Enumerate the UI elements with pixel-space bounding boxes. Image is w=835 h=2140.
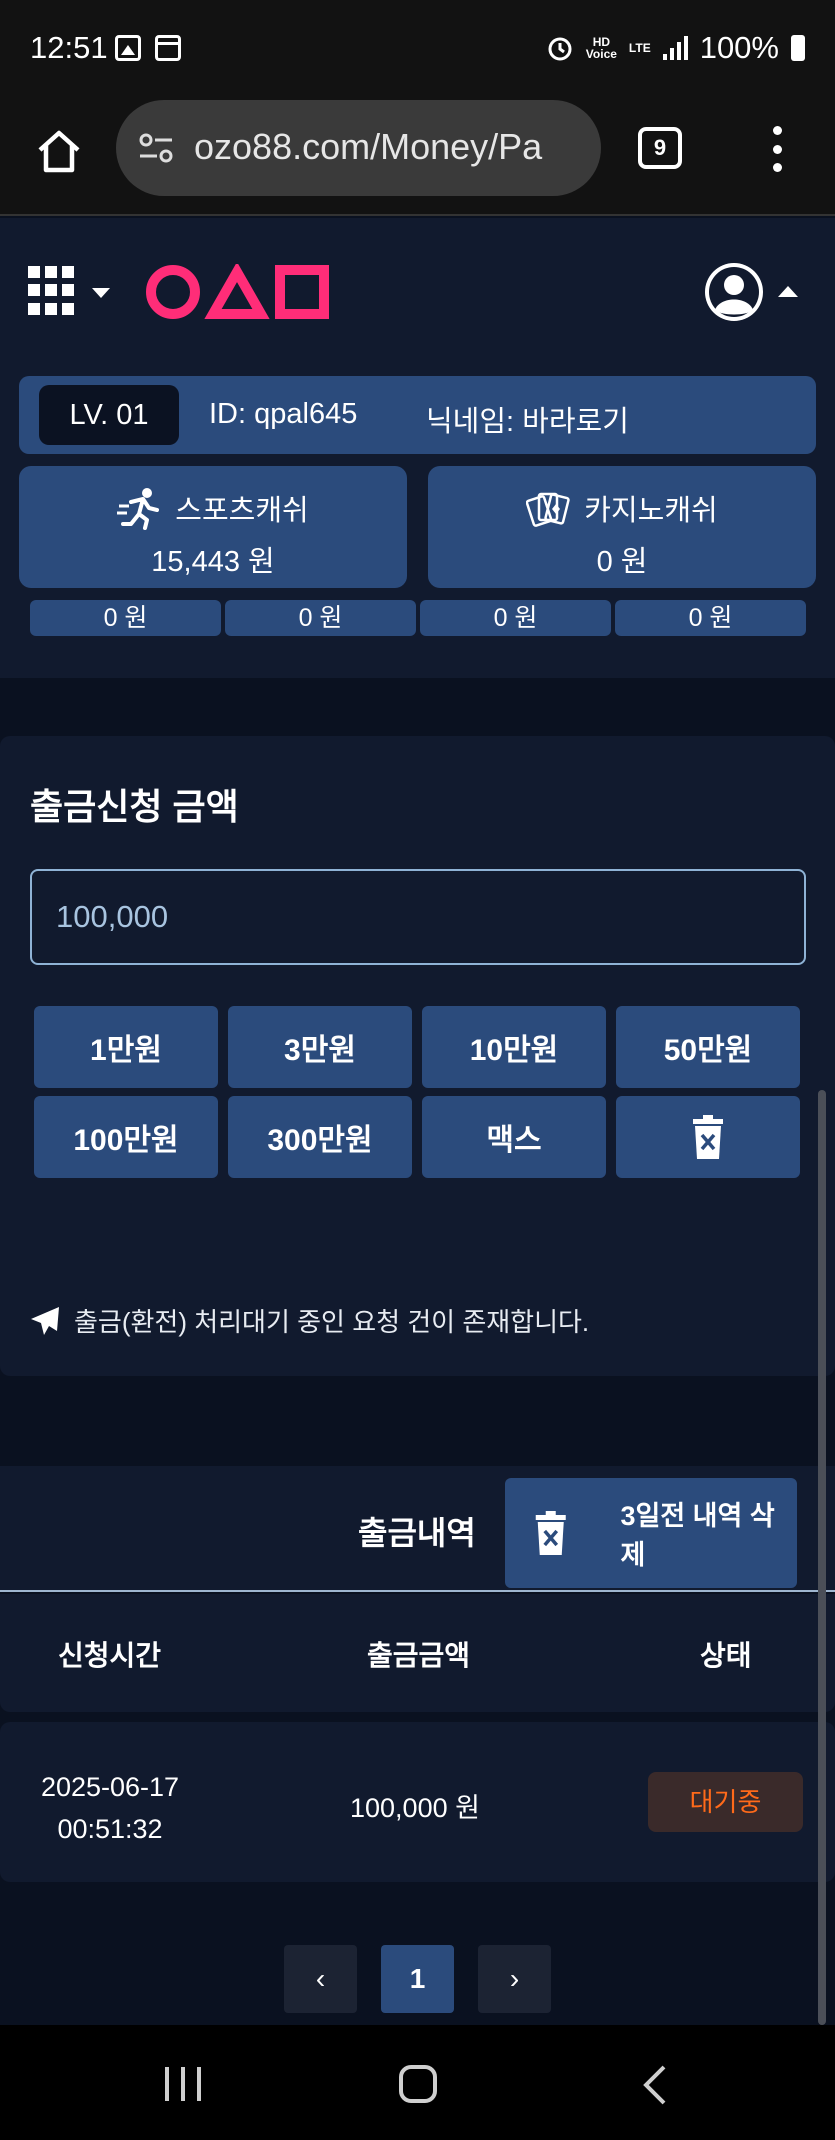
hd-voice-indicator: HD Voice bbox=[585, 35, 617, 61]
user-avatar-icon[interactable] bbox=[702, 260, 766, 324]
add-30k-button[interactable]: 3만원 bbox=[228, 1006, 412, 1088]
battery-percent: 100% bbox=[699, 30, 779, 65]
grid-menu-icon[interactable] bbox=[28, 266, 78, 316]
user-info-bar: LV. 01 ID: qpal645 닉네임: 바라로기 bbox=[19, 376, 816, 454]
url-text[interactable]: ozo88.com/Money/Pa bbox=[194, 126, 584, 168]
alarm-icon bbox=[548, 37, 572, 61]
casino-cash-card[interactable]: 카지노캐쉬 0 원 bbox=[428, 466, 816, 588]
system-nav-bar bbox=[0, 2025, 835, 2140]
column-withdraw-amount: 출금금액 bbox=[367, 1640, 471, 1671]
sports-cash-value: 15,443 원 bbox=[151, 546, 275, 578]
site-header: LV. 01 ID: qpal645 닉네임: 바라로기 스포츠캐쉬 15,44… bbox=[0, 218, 835, 678]
column-request-time: 신청시간 bbox=[58, 1640, 162, 1671]
column-status: 상태 bbox=[700, 1640, 752, 1671]
history-title: 출금내역 bbox=[358, 1515, 476, 1551]
mini-balance: 0 원 bbox=[225, 600, 416, 636]
casino-cash-value: 0 원 bbox=[596, 546, 648, 578]
chevron-up-icon[interactable] bbox=[778, 286, 798, 297]
table-row: 2025-06-17 00:51:32 100,000 원 대기중 bbox=[0, 1722, 835, 1882]
prev-page-button[interactable]: ‹ bbox=[284, 1945, 357, 2013]
mini-balance: 0 원 bbox=[420, 600, 611, 636]
add-1m-button[interactable]: 100만원 bbox=[34, 1096, 218, 1178]
add-10k-button[interactable]: 1만원 bbox=[34, 1006, 218, 1088]
delete-old-history-button[interactable]: 3일전 내역 삭제 bbox=[505, 1478, 797, 1588]
tabs-button[interactable]: 9 bbox=[638, 127, 682, 169]
page-1-button[interactable]: 1 bbox=[381, 1945, 454, 2013]
user-nickname: 닉네임: 바라로기 bbox=[426, 406, 629, 438]
withdraw-title: 출금신청 금액 bbox=[30, 786, 239, 827]
add-100k-button[interactable]: 10만원 bbox=[422, 1006, 606, 1088]
battery-icon bbox=[791, 35, 805, 61]
home-nav-icon[interactable] bbox=[399, 2065, 437, 2103]
browser-toolbar: ozo88.com/Money/Pa 9 bbox=[0, 96, 835, 216]
withdraw-amount-input[interactable] bbox=[30, 869, 806, 965]
status-time: 12:51 bbox=[30, 30, 108, 65]
back-icon[interactable] bbox=[640, 2063, 668, 2107]
lte-indicator: LTE bbox=[628, 41, 651, 55]
add-3m-button[interactable]: 300만원 bbox=[228, 1096, 412, 1178]
add-500k-button[interactable]: 50만원 bbox=[616, 1006, 800, 1088]
site-settings-icon[interactable] bbox=[138, 130, 174, 166]
mini-balance: 0 원 bbox=[615, 600, 806, 636]
chevron-down-icon[interactable] bbox=[92, 288, 110, 298]
calendar-notification-icon bbox=[155, 35, 181, 61]
row-amount: 100,000 원 bbox=[350, 1793, 480, 1823]
mini-balance: 0 원 bbox=[30, 600, 221, 636]
paper-plane-icon bbox=[31, 1306, 59, 1335]
casino-cash-label: 카지노캐쉬 bbox=[584, 495, 718, 527]
gallery-notification-icon bbox=[115, 35, 141, 61]
max-button[interactable]: 맥스 bbox=[422, 1096, 606, 1178]
level-badge: LV. 01 bbox=[39, 385, 179, 445]
clear-amount-button[interactable] bbox=[616, 1096, 800, 1178]
address-bar[interactable]: ozo88.com/Money/Pa bbox=[116, 100, 601, 196]
withdraw-section: 출금신청 금액 1만원 3만원 10만원 50만원 100만원 300만원 맥스… bbox=[0, 736, 835, 1376]
history-header: 출금내역 3일전 내역 삭제 bbox=[0, 1466, 835, 1592]
site-logo[interactable] bbox=[145, 264, 330, 320]
history-column-header: 신청시간 출금금액 상태 bbox=[0, 1594, 835, 1712]
status-badge: 대기중 bbox=[648, 1772, 803, 1832]
user-id: ID: qpal645 bbox=[209, 398, 358, 430]
pending-notice-text: 출금(환전) 처리대기 중인 요청 건이 존재합니다. bbox=[74, 1307, 590, 1337]
next-page-button[interactable]: › bbox=[478, 1945, 551, 2013]
status-bar: 12:51 HD Voice LTE 100% bbox=[0, 0, 835, 96]
runner-icon bbox=[117, 488, 160, 530]
amount-buttons: 1만원 3만원 10만원 50만원 100만원 300만원 맥스 bbox=[34, 1006, 801, 1178]
recent-apps-icon[interactable] bbox=[165, 2067, 201, 2101]
trash-icon bbox=[693, 1115, 723, 1159]
mini-balance-row: 0 원 0 원 0 원 0 원 bbox=[30, 600, 806, 636]
page-scrollbar[interactable] bbox=[818, 1090, 826, 2025]
more-menu-icon[interactable] bbox=[772, 126, 782, 172]
sports-cash-label: 스포츠캐쉬 bbox=[175, 495, 309, 527]
trash-icon bbox=[535, 1511, 566, 1555]
home-icon[interactable] bbox=[34, 126, 84, 176]
pending-notice: 출금(환전) 처리대기 중인 요청 건이 존재합니다. bbox=[30, 1302, 589, 1339]
playing-cards-icon bbox=[526, 492, 571, 527]
signal-icon bbox=[662, 36, 688, 60]
sports-cash-card[interactable]: 스포츠캐쉬 15,443 원 bbox=[19, 466, 407, 588]
row-request-time: 2025-06-17 00:51:32 bbox=[40, 1772, 180, 1844]
delete-old-history-label: 3일전 내역 삭제 bbox=[620, 1501, 775, 1570]
pagination: ‹ 1 › bbox=[284, 1945, 551, 2013]
